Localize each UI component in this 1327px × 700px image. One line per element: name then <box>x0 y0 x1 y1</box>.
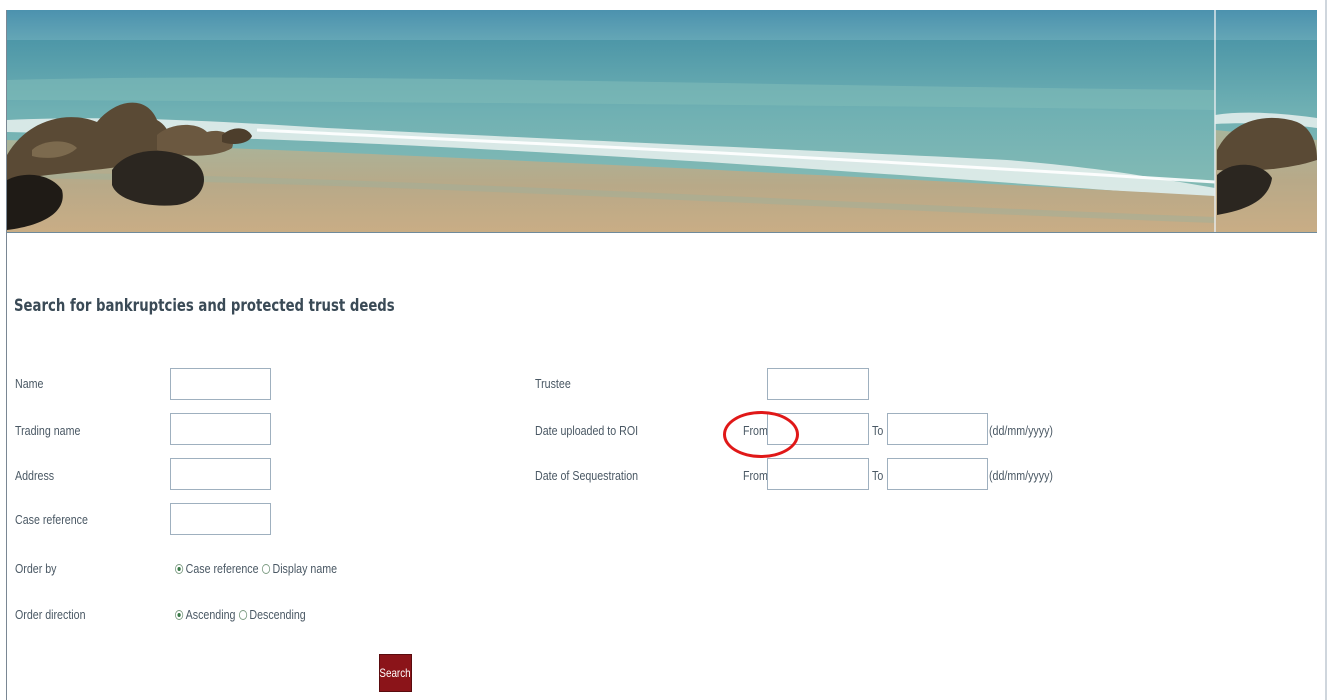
radio-unchecked-icon[interactable] <box>261 563 271 574</box>
radio-unchecked-icon[interactable] <box>238 609 247 620</box>
case-reference-input[interactable] <box>170 503 271 535</box>
date-sequestration-to-label: To <box>872 468 884 483</box>
date-uploaded-to-input[interactable] <box>887 413 988 445</box>
trustee-label: Trustee <box>535 376 571 391</box>
order-by-display-name-label: Display name <box>272 561 338 576</box>
page-title: Search for bankruptcies and protected tr… <box>14 296 395 316</box>
address-label: Address <box>15 468 55 483</box>
order-by-display-name-option[interactable]: Display name <box>261 561 338 576</box>
order-by-case-reference-label: Case reference <box>185 561 259 576</box>
highlight-circle-annotation <box>723 411 799 458</box>
trustee-input[interactable] <box>767 368 869 400</box>
date-uploaded-to-label: To <box>872 423 884 438</box>
search-button[interactable]: Search <box>379 654 412 692</box>
order-by-radio-group: Case reference Display name <box>175 561 340 576</box>
order-direction-ascending-option[interactable]: Ascending <box>175 607 235 622</box>
name-label: Name <box>15 376 44 391</box>
order-direction-label: Order direction <box>15 607 86 622</box>
radio-checked-icon[interactable] <box>175 563 184 574</box>
date-sequestration-label: Date of Sequestration <box>535 468 639 483</box>
radio-checked-icon[interactable] <box>175 609 184 620</box>
case-reference-label: Case reference <box>15 512 88 527</box>
trading-name-label: Trading name <box>15 423 81 438</box>
order-by-label: Order by <box>15 561 57 576</box>
trading-name-input[interactable] <box>170 413 271 445</box>
order-by-case-reference-option[interactable]: Case reference <box>175 561 259 576</box>
address-input[interactable] <box>170 458 271 490</box>
date-sequestration-from-label: From <box>743 468 768 483</box>
name-input[interactable] <box>170 368 271 400</box>
date-sequestration-format-hint: (dd/mm/yyyy) <box>989 468 1053 483</box>
date-uploaded-format-hint: (dd/mm/yyyy) <box>989 423 1053 438</box>
order-direction-ascending-label: Ascending <box>185 607 236 622</box>
date-sequestration-from-input[interactable] <box>767 458 869 490</box>
date-uploaded-label: Date uploaded to ROI <box>535 423 639 438</box>
order-direction-descending-option[interactable]: Descending <box>238 607 306 622</box>
order-direction-radio-group: Ascending Descending <box>175 607 309 622</box>
search-button-label: Search <box>379 666 412 680</box>
header-banner-image <box>7 10 1317 233</box>
date-sequestration-to-input[interactable] <box>887 458 988 490</box>
order-direction-descending-label: Descending <box>249 607 306 622</box>
